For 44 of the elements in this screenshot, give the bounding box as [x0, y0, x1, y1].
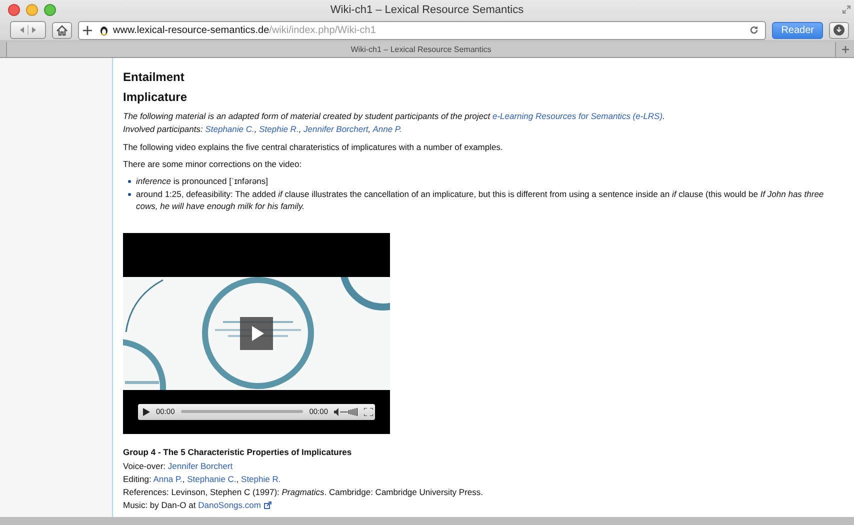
link[interactable]: Stephie R. [241, 474, 281, 484]
bullet-icon [128, 180, 131, 183]
address-field[interactable]: www.lexical-resource-semantics.de/wiki/index.php/Wiki-ch1 [78, 20, 766, 40]
link[interactable]: Jennifer Borchert [168, 460, 233, 470]
paragraph: The following video explains the five central charateristics of implicatures with a number of examples. [123, 141, 504, 153]
reload-icon[interactable] [749, 25, 760, 35]
list-item-text: around 1:25, defeasibility: The added if clause illustrates the cancellation of an implicature, but this is different from using a sentence inside an if clause (this would be If John has three cows, he will have enough milk for his family. [136, 188, 825, 212]
intro-note: The following material is an adapted form of material created by student participants of the project e-Learning Resources for Semantics (e-LRS). [123, 110, 666, 123]
external-link-icon [264, 501, 272, 510]
tab[interactable]: Wiki-ch1 – Lexical Resource Semantics [6, 42, 836, 57]
link[interactable]: Anna P. [153, 474, 182, 484]
link[interactable]: Stephanie C. [187, 474, 236, 484]
link[interactable]: DanoSongs.com [198, 500, 261, 510]
zoom-icon[interactable] [44, 4, 56, 16]
link[interactable]: Stephie R. [259, 124, 299, 134]
credit-line: Music: by Dan-O at DanoSongs.com [123, 498, 846, 512]
list-item-text: inference is pronounced [ˈɪnfərəns] [136, 175, 270, 188]
section-heading: Entailment [123, 70, 186, 84]
play-icon[interactable] [143, 408, 150, 416]
close-icon[interactable] [8, 4, 20, 16]
credit-line: References: Levinson, Stephen C (1997): Pragmatics. Cambridge: Cambridge University Press. [123, 486, 484, 498]
penguin-icon [99, 24, 109, 36]
intro-note: Involved participants: Stephanie C., Stephie R., Jennifer Borchert, Anne P. [123, 123, 403, 136]
link[interactable]: Jennifer Borchert [304, 124, 368, 134]
credit-line: Editing: Anna P., Stephanie C., Stephie R. [123, 472, 282, 486]
link[interactable]: Anne P. [372, 124, 402, 134]
add-icon[interactable] [83, 26, 92, 34]
link[interactable]: Stephanie C. [205, 124, 254, 134]
home-icon [56, 24, 68, 36]
section-heading: Implicature [123, 90, 188, 104]
new-tab-icon[interactable] [840, 45, 850, 54]
credit-line: Voice-over: Jennifer Borchert [123, 460, 234, 472]
fullscreen-icon[interactable] [364, 408, 373, 416]
play-icon[interactable] [240, 316, 273, 350]
link[interactable]: e-Learning Resources for Semantics (e-LRS) [492, 111, 663, 121]
back-forward-buttons[interactable] [10, 21, 46, 39]
window-title: Wiki-ch1 – Lexical Resource Semantics [330, 4, 524, 16]
home-button[interactable] [52, 22, 72, 38]
bullet-icon [128, 192, 131, 196]
volume-icon[interactable] [334, 408, 358, 416]
video-caption: Group 4 - The 5 Characteristic Properties of Implicatures [123, 446, 353, 456]
download-icon [833, 24, 845, 36]
paragraph: There are some minor corrections on the video: [123, 158, 303, 170]
downloads-button[interactable] [829, 22, 849, 38]
